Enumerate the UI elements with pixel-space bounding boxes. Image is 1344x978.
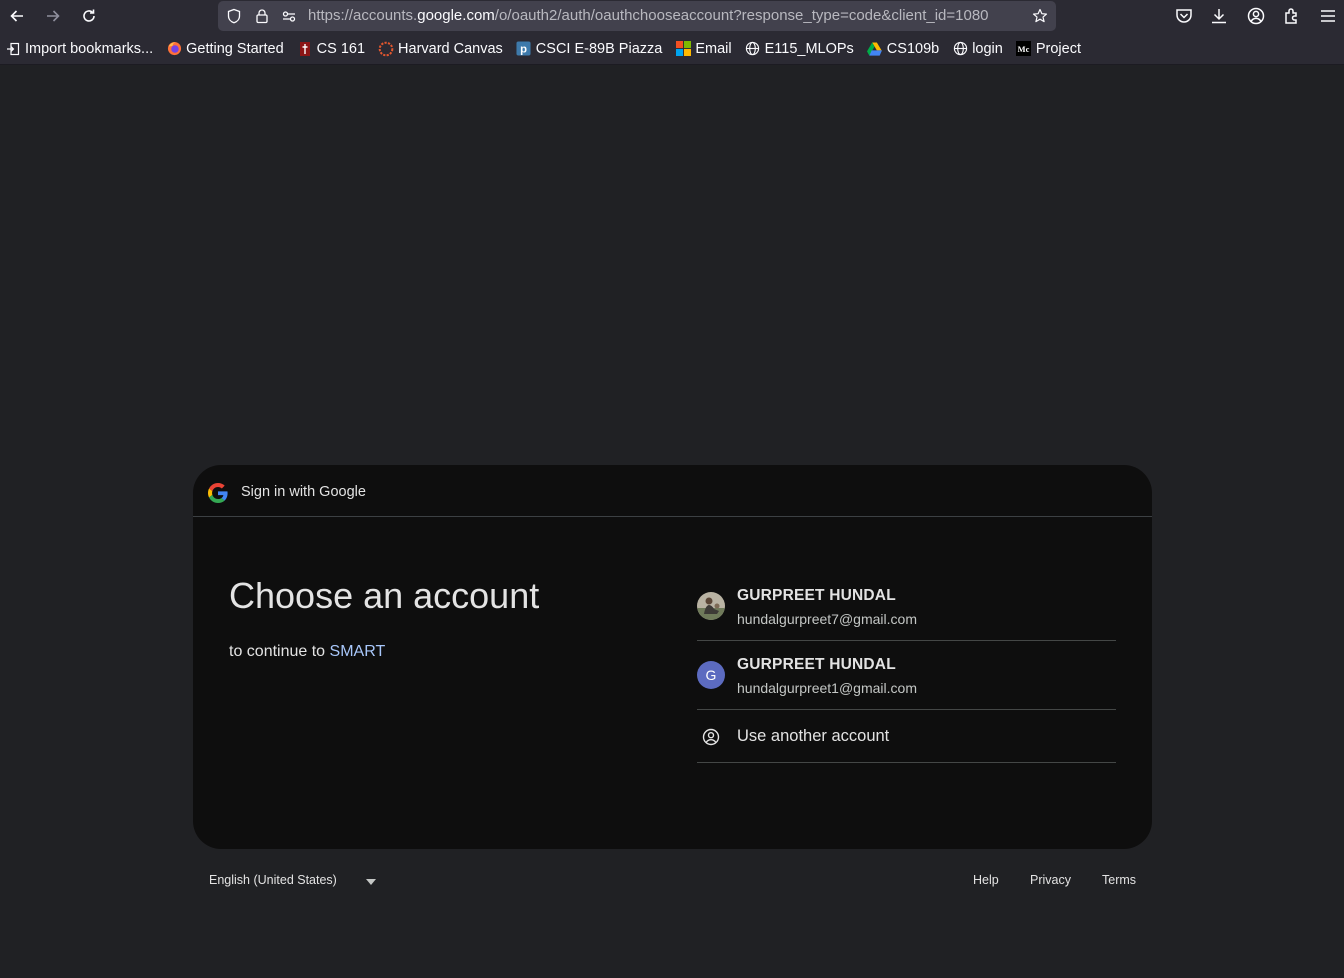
sign-in-card: Sign in with Google Choose an account to…	[193, 465, 1152, 849]
avatar: G	[697, 661, 725, 689]
url-domain: google.com	[417, 7, 495, 24]
bookmark-piazza[interactable]: p CSCI E-89B Piazza	[516, 40, 663, 57]
url-path: /o/oauth2/auth/oauthchooseaccount?respon…	[494, 7, 989, 24]
bookmark-label: CSCI E-89B Piazza	[535, 40, 663, 57]
globe-icon	[745, 41, 761, 57]
url-prefix: https://accounts.	[308, 7, 418, 24]
forward-arrow-icon	[47, 10, 60, 22]
avatar	[697, 592, 725, 620]
bookmark-label: CS 161	[316, 40, 366, 57]
account-icon[interactable]	[1246, 6, 1266, 26]
card-header-title: Sign in with Google	[241, 484, 366, 500]
bookmark-getting-started[interactable]: Getting Started	[166, 41, 284, 57]
bookmark-project[interactable]: Mc Project	[1016, 41, 1081, 57]
bookmark-cs161[interactable]: CS 161	[297, 41, 365, 57]
app-name-link[interactable]: SMART	[330, 643, 386, 660]
forward-button[interactable]	[40, 4, 66, 28]
canvas-icon	[378, 41, 394, 57]
account-name: GURPREET HUNDAL	[737, 656, 896, 673]
help-link[interactable]: Help	[973, 873, 999, 887]
subtitle: to continue to SMART	[229, 643, 385, 661]
google-logo-icon	[208, 483, 228, 503]
bookmark-label: E115_MLOPs	[764, 40, 854, 57]
back-arrow-icon	[10, 10, 23, 22]
bookmark-cs109b[interactable]: CS109b	[867, 41, 939, 57]
bookmark-login[interactable]: login	[952, 41, 1003, 57]
extensions-icon[interactable]	[1282, 6, 1302, 26]
account-email: hundalgurpreet1@gmail.com	[737, 680, 917, 696]
reload-icon	[83, 9, 95, 22]
star-icon[interactable]	[1032, 8, 1048, 24]
terms-link[interactable]: Terms	[1102, 873, 1136, 887]
subtitle-text: to continue to	[229, 643, 326, 660]
bookmark-label: Project	[1035, 40, 1081, 57]
account-email: hundalgurpreet7@gmail.com	[737, 611, 917, 627]
back-button[interactable]	[4, 4, 30, 28]
bookmark-label: CS109b	[886, 40, 940, 57]
bookmark-label: Getting Started	[186, 40, 284, 57]
account-name: GURPREET HUNDAL	[737, 587, 896, 604]
bookmark-label: Email	[695, 40, 732, 57]
page-title: Choose an account	[229, 575, 540, 616]
language-select[interactable]: English (United States)	[209, 873, 337, 887]
piazza-icon: p	[516, 41, 532, 57]
use-another-account-label: Use another account	[737, 727, 890, 745]
stanford-icon	[297, 41, 313, 57]
account-circle-icon	[702, 728, 720, 746]
use-another-account-button[interactable]: Use another account	[697, 710, 1116, 763]
lock-icon[interactable]	[254, 8, 270, 24]
privacy-link[interactable]: Privacy	[1030, 873, 1071, 887]
shield-icon[interactable]	[226, 8, 242, 24]
pocket-icon[interactable]	[1174, 6, 1194, 26]
firefox-icon	[166, 41, 182, 57]
svg-text:p: p	[520, 44, 527, 56]
menu-icon[interactable]	[1318, 6, 1338, 26]
bookmark-email[interactable]: Email	[675, 40, 732, 57]
globe-icon	[952, 41, 968, 57]
import-icon	[5, 41, 21, 57]
url-text[interactable]: https://accounts.google.com/o/oauth2/aut…	[308, 1, 1022, 31]
bookmark-harvard-canvas[interactable]: Harvard Canvas	[378, 41, 503, 57]
dropdown-arrow-icon[interactable]	[366, 879, 376, 885]
microsoft-icon	[675, 41, 691, 57]
reload-button[interactable]	[76, 4, 102, 28]
bookmark-e115-mlops[interactable]: E115_MLOPs	[745, 41, 854, 57]
medium-icon: Mc	[1016, 41, 1032, 57]
url-bar[interactable]: https://accounts.google.com/o/oauth2/aut…	[218, 1, 1056, 31]
account-item[interactable]: GURPREET HUNDAL hundalgurpreet7@gmail.co…	[697, 572, 1116, 641]
card-header: Sign in with Google	[193, 465, 1152, 517]
browser-toolbar: https://accounts.google.com/o/oauth2/aut…	[0, 0, 1344, 33]
bookmarks-bar: Import bookmarks... Getting Started CS 1…	[0, 33, 1344, 65]
bookmark-label: Import bookmarks...	[25, 40, 154, 57]
svg-text:Mc: Mc	[1018, 44, 1030, 54]
bookmark-import[interactable]: Import bookmarks...	[5, 41, 153, 57]
account-item[interactable]: G GURPREET HUNDAL hundalgurpreet1@gmail.…	[697, 641, 1116, 710]
account-list: GURPREET HUNDAL hundalgurpreet7@gmail.co…	[697, 572, 1116, 763]
downloads-icon[interactable]	[1209, 6, 1229, 26]
avatar-letter: G	[705, 667, 717, 683]
bookmark-label: Harvard Canvas	[398, 40, 503, 57]
drive-icon	[867, 41, 883, 57]
permissions-icon[interactable]	[281, 8, 297, 24]
bookmark-label: login	[972, 40, 1003, 57]
